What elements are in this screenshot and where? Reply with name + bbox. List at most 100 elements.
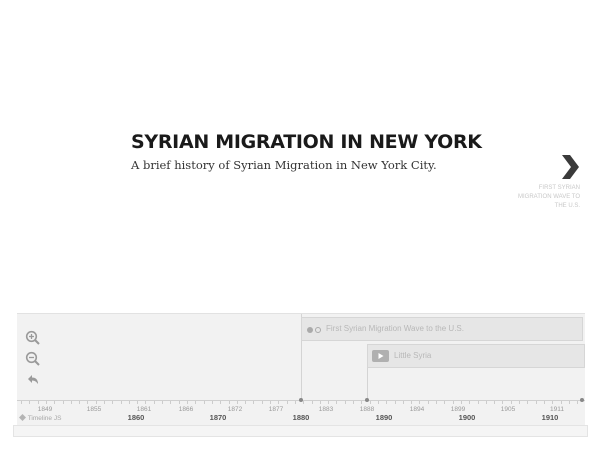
axis-tick <box>295 401 296 404</box>
axis-tick <box>162 401 163 404</box>
axis-tick <box>170 401 171 404</box>
axis-tick <box>71 401 72 404</box>
axis-tick <box>561 401 562 404</box>
zoom-out-icon[interactable] <box>25 351 41 367</box>
axis-tick <box>345 401 346 404</box>
axis-tick <box>179 401 180 404</box>
axis-tick <box>519 401 520 404</box>
major-year-label: 1890 <box>375 413 393 422</box>
marker-title: Little Syria <box>394 351 432 360</box>
text-dots-icon <box>307 327 313 333</box>
timeline-marker-first-wave[interactable]: First Syrian Migration Wave to the U.S. <box>301 317 583 341</box>
axis-tick <box>21 401 22 404</box>
axis-tick <box>577 401 578 404</box>
axis-tick <box>212 401 213 404</box>
major-year-label: 1910 <box>541 413 559 422</box>
axis-tick <box>502 401 503 404</box>
axis-tick <box>312 401 313 404</box>
minor-year-label: 1888 <box>359 406 375 413</box>
axis-tick <box>79 401 80 404</box>
axis-tick <box>569 401 570 404</box>
axis-tick <box>112 401 113 404</box>
axis-tick <box>46 401 47 404</box>
next-slide-button[interactable]: FIRST SYRIAN MIGRATION WAVE TO THE U.S. <box>518 152 586 214</box>
axis-tick <box>121 401 122 404</box>
axis-marker-dot <box>299 398 303 402</box>
axis-tick <box>253 401 254 404</box>
minor-year-label: 1849 <box>37 406 53 413</box>
axis-tick <box>370 401 371 404</box>
axis-tick <box>154 401 155 404</box>
zoom-in-icon[interactable] <box>25 330 41 346</box>
minor-year-label: 1899 <box>450 406 466 413</box>
minor-year-label: 1883 <box>318 406 334 413</box>
axis-tick <box>536 401 537 404</box>
minor-year-label: 1905 <box>500 406 516 413</box>
axis-tick <box>552 401 553 404</box>
axis-tick <box>511 401 512 404</box>
axis-tick <box>544 401 545 404</box>
minor-year-label: 1894 <box>409 406 425 413</box>
timeline-marker-little-syria[interactable]: Little Syria <box>367 344 585 368</box>
marker-title: First Syrian Migration Wave to the U.S. <box>326 324 464 333</box>
axis-tick <box>29 401 30 404</box>
axis-tick <box>436 401 437 404</box>
major-year-label: 1870 <box>209 413 227 422</box>
major-year-label: 1860 <box>127 413 145 422</box>
next-slide-label: FIRST SYRIAN MIGRATION WAVE TO THE U.S. <box>517 185 580 209</box>
axis-tick <box>204 401 205 404</box>
axis-tick <box>444 401 445 404</box>
axis-tick <box>104 401 105 404</box>
axis-marker-dot <box>365 398 369 402</box>
minor-year-label: 1911 <box>550 406 564 413</box>
axis-tick <box>320 401 321 404</box>
axis-tick <box>328 401 329 404</box>
brand-label: Timeline JS <box>27 415 62 422</box>
axis-tick <box>87 401 88 404</box>
axis-tick <box>461 401 462 404</box>
minor-year-label: 1855 <box>86 406 102 413</box>
axis-tick <box>361 401 362 404</box>
timeline-navigator[interactable]: First Syrian Migration Wave to the U.S. … <box>17 313 585 426</box>
axis-tick <box>287 401 288 404</box>
axis-tick <box>378 401 379 404</box>
axis-tick <box>237 401 238 404</box>
text-dots-icon <box>315 327 321 333</box>
axis-tick <box>353 401 354 404</box>
axis-tick <box>195 401 196 404</box>
axis-tick <box>336 401 337 404</box>
axis-tick <box>486 401 487 404</box>
timeline-scroll-bar[interactable] <box>13 425 588 437</box>
axis-marker-dot <box>580 398 584 402</box>
axis-tick <box>303 401 304 404</box>
minor-year-label: 1866 <box>178 406 194 413</box>
axis-tick <box>96 401 97 404</box>
axis-tick <box>386 401 387 404</box>
chevron-right-icon <box>562 155 579 179</box>
slide-subtitle: A brief history of Syrian Migration in N… <box>131 158 437 172</box>
timelinejs-brand[interactable]: Timeline JS <box>19 414 61 422</box>
axis-tick <box>54 401 55 404</box>
major-year-label: 1880 <box>292 413 310 422</box>
axis-tick <box>38 401 39 404</box>
axis-tick <box>220 401 221 404</box>
axis-tick <box>527 401 528 404</box>
axis-tick <box>478 401 479 404</box>
axis-tick <box>494 401 495 404</box>
slide-title: SYRIAN MIGRATION IN NEW YORK <box>131 131 482 153</box>
axis-tick <box>419 401 420 404</box>
axis-tick <box>270 401 271 404</box>
axis-tick <box>411 401 412 404</box>
axis-tick <box>262 401 263 404</box>
minor-year-label: 1872 <box>227 406 243 413</box>
axis-tick <box>453 401 454 404</box>
video-play-icon <box>372 350 389 362</box>
axis-tick <box>403 401 404 404</box>
major-year-label: 1900 <box>458 413 476 422</box>
axis-tick <box>145 401 146 404</box>
axis-tick <box>428 401 429 404</box>
back-arrow-icon[interactable] <box>25 373 41 389</box>
minor-year-label: 1877 <box>268 406 284 413</box>
axis-tick <box>137 401 138 404</box>
axis-tick <box>187 401 188 404</box>
